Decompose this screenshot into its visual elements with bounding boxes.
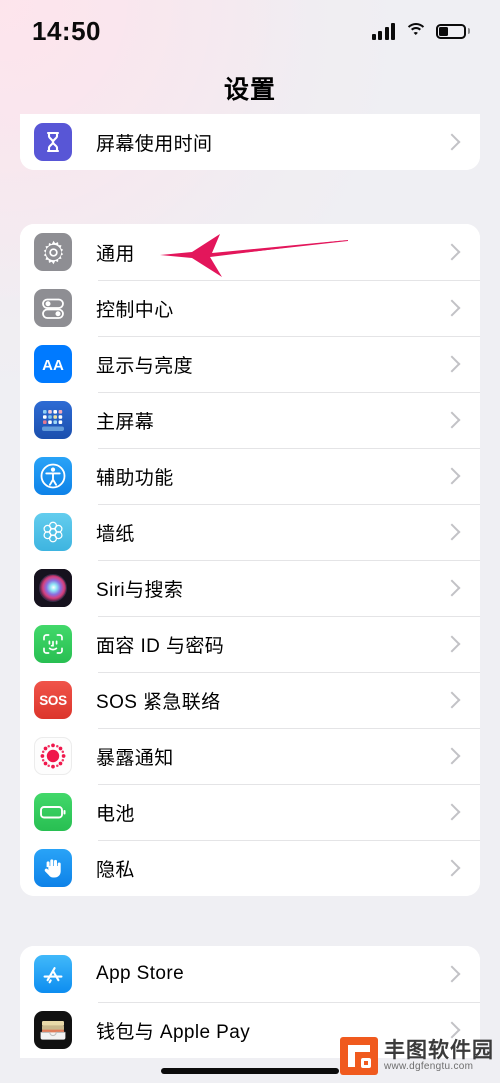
settings-scroll-view[interactable]: 屏幕使用时间 通用 控制中心 AA 显示与亮度 主屏幕 辅助功能 墙纸 Siri…: [0, 114, 500, 1058]
chevron-right-icon: [443, 133, 461, 151]
settings-row-general[interactable]: 通用: [20, 224, 480, 280]
settings-row-privacy[interactable]: 隐私: [20, 840, 480, 896]
settings-row-exposure-notifications[interactable]: 暴露通知: [20, 728, 480, 784]
settings-row-display-brightness[interactable]: AA 显示与亮度: [20, 336, 480, 392]
app-store-icon: [34, 955, 72, 993]
chevron-right-icon: [443, 299, 461, 317]
accessibility-icon: [34, 457, 72, 495]
settings-row-accessibility[interactable]: 辅助功能: [20, 448, 480, 504]
settings-row-label: App Store: [96, 963, 185, 984]
settings-row-label: 显示与亮度: [96, 355, 194, 377]
home-screen-grid-icon: [34, 401, 72, 439]
watermark-title: 丰图软件园: [384, 1038, 494, 1062]
settings-row-screen-time[interactable]: 屏幕使用时间: [20, 114, 480, 170]
chevron-right-icon: [443, 355, 461, 373]
status-bar: 14:50: [0, 0, 500, 62]
settings-row-label: 电池: [96, 803, 135, 825]
chevron-right-icon: [443, 965, 461, 983]
hand-privacy-icon: [34, 849, 72, 887]
settings-row-siri-search[interactable]: Siri与搜索: [20, 560, 480, 616]
settings-row-label: 控制中心: [96, 299, 174, 321]
settings-group-system: 通用 控制中心 AA 显示与亮度 主屏幕 辅助功能 墙纸 Siri与搜索 面容 …: [20, 224, 480, 896]
settings-row-label: 隐私: [96, 859, 135, 881]
settings-row-control-center[interactable]: 控制中心: [20, 280, 480, 336]
status-bar-clock: 14:50: [32, 15, 101, 46]
chevron-right-icon: [443, 803, 461, 821]
cellular-signal-icon: [371, 22, 395, 40]
navigation-bar: 设置: [0, 62, 500, 114]
settings-row-label: 主屏幕: [96, 411, 155, 433]
settings-row-home-screen[interactable]: 主屏幕: [20, 392, 480, 448]
aa-text-icon: AA: [34, 345, 72, 383]
settings-row-label: 通用: [96, 243, 135, 265]
siri-orb-icon: [34, 569, 72, 607]
settings-row-label: 墙纸: [96, 523, 135, 545]
wifi-icon: [404, 22, 427, 40]
chevron-right-icon: [443, 411, 461, 429]
chevron-right-icon: [443, 635, 461, 653]
chevron-right-icon: [443, 747, 461, 765]
chevron-right-icon: [443, 1021, 461, 1039]
toggles-icon: [34, 289, 72, 327]
battery-green-icon: [34, 793, 72, 831]
watermark-logo-icon: [340, 1037, 378, 1075]
phone-screen: 14:50 设置 屏幕使用时间 通用 控制中心 AA 显示与亮度 主屏幕 辅助功…: [0, 0, 500, 1083]
settings-row-label: 暴露通知: [96, 747, 174, 769]
chevron-right-icon: [443, 523, 461, 541]
status-bar-indicators: [371, 22, 470, 40]
settings-row-face-id-passcode[interactable]: 面容 ID 与密码: [20, 616, 480, 672]
gear-icon: [34, 233, 72, 271]
settings-row-wallpaper[interactable]: 墙纸: [20, 504, 480, 560]
chevron-right-icon: [443, 243, 461, 261]
settings-row-label: Siri与搜索: [96, 579, 184, 601]
settings-row-app-store[interactable]: App Store: [20, 946, 480, 1002]
hourglass-icon: [34, 123, 72, 161]
settings-row-battery[interactable]: 电池: [20, 784, 480, 840]
settings-row-label: 屏幕使用时间: [96, 133, 213, 155]
settings-group-screen-time: 屏幕使用时间: [20, 114, 480, 170]
watermark-url: www.dgfengtu.com: [384, 1060, 474, 1072]
sos-icon: SOS: [34, 681, 72, 719]
face-id-icon: [34, 625, 72, 663]
site-watermark: 丰图软件园 www.dgfengtu.com: [340, 1037, 494, 1075]
page-title: 设置: [223, 76, 276, 104]
wallpaper-flower-icon: [34, 513, 72, 551]
chevron-right-icon: [443, 467, 461, 485]
settings-row-label: 面容 ID 与密码: [96, 635, 225, 657]
settings-row-label: SOS 紧急联络: [96, 691, 221, 713]
battery-icon: [436, 23, 470, 39]
home-indicator: [161, 1068, 339, 1074]
wallet-icon: [34, 1011, 72, 1049]
settings-row-label: 辅助功能: [96, 467, 174, 489]
settings-row-emergency-sos[interactable]: SOS SOS 紧急联络: [20, 672, 480, 728]
exposure-notification-icon: [34, 737, 72, 775]
svg-text:SOS: SOS: [39, 693, 67, 708]
chevron-right-icon: [443, 691, 461, 709]
chevron-right-icon: [443, 859, 461, 877]
chevron-right-icon: [443, 579, 461, 597]
svg-text:AA: AA: [42, 357, 64, 374]
